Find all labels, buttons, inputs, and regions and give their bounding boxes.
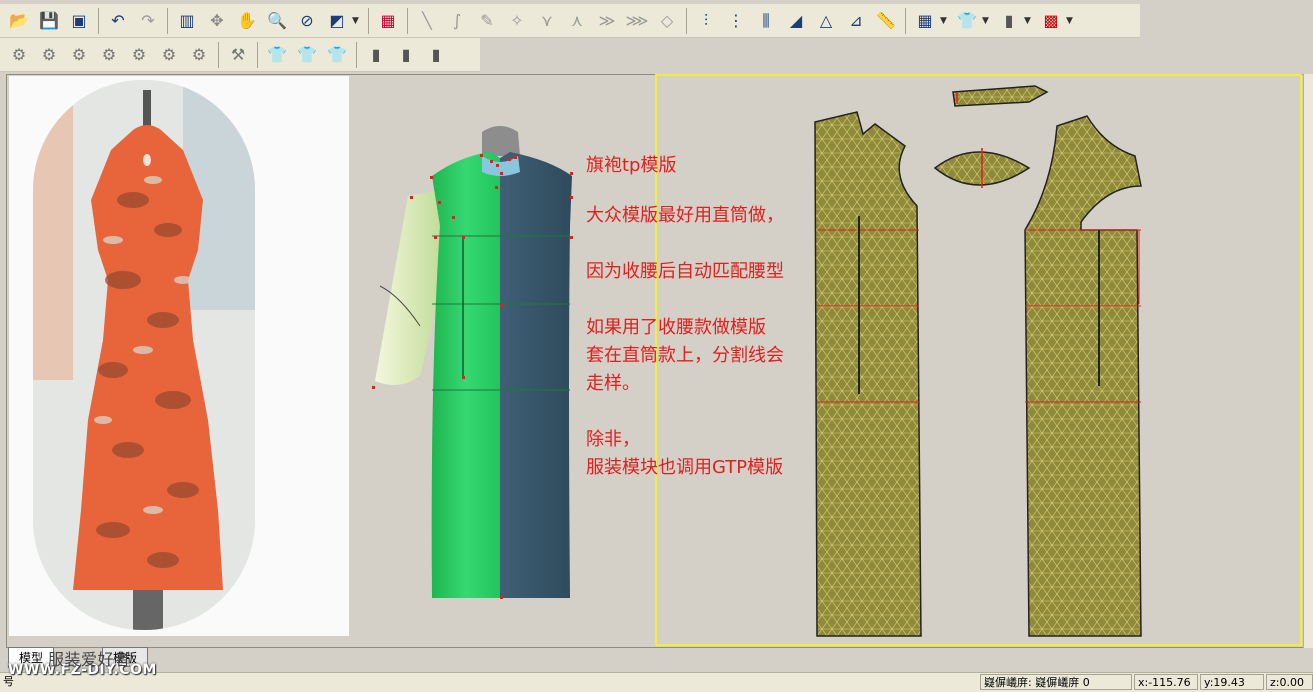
dropdown-arrow-icon[interactable]: ▼ bbox=[1066, 16, 1074, 26]
note-line: 除非， bbox=[586, 429, 640, 450]
3d-view-icon[interactable]: ⊘ bbox=[294, 8, 320, 34]
view-tabs: 模型 模版 bbox=[0, 647, 1313, 672]
toolbar-separator bbox=[98, 7, 99, 34]
trousers-icon[interactable]: ▮ bbox=[996, 8, 1022, 34]
undo-icon[interactable]: ↶ bbox=[105, 8, 131, 34]
pants-b-icon[interactable]: ▮ bbox=[393, 42, 419, 68]
dropdown-arrow-icon[interactable]: ▼ bbox=[1024, 16, 1032, 26]
status-bar: 号 嶷偋嶬庰: 嶷偋嶬庰 0 x:-115.76 y:19.43 z:0.00 bbox=[0, 672, 1313, 692]
save-as-icon[interactable]: ▣ bbox=[66, 8, 92, 34]
vertical-scrollbar[interactable] bbox=[1303, 74, 1313, 648]
watermark-title: 服装爱好者 bbox=[48, 650, 131, 669]
note-line: 如果用了收腰款做模版 bbox=[586, 317, 766, 338]
triangle-a-icon[interactable]: △ bbox=[813, 8, 839, 34]
note-line: 服装模块也调用GTP模版 bbox=[586, 457, 784, 478]
pants-a-icon[interactable]: ▮ bbox=[363, 42, 389, 68]
dropdown-arrow-icon[interactable]: ▼ bbox=[940, 16, 948, 26]
watermark: 服装爱好者 WWW.FZ-DIY.COM bbox=[8, 650, 157, 678]
toolbar-separator bbox=[167, 7, 168, 34]
shape-e-icon[interactable]: ⚙ bbox=[126, 42, 152, 68]
pleat-tool-icon[interactable]: ≫ bbox=[594, 8, 620, 34]
curve-tool-icon[interactable]: ∫ bbox=[444, 8, 470, 34]
status-mode: 嶷偋嶬庰: 嶷偋嶬庰 0 bbox=[980, 674, 1132, 690]
shape-c-icon[interactable]: ⚙ bbox=[66, 42, 92, 68]
triangle-b-icon[interactable]: ⊿ bbox=[843, 8, 869, 34]
tuck-tool-icon[interactable]: ⋏ bbox=[564, 8, 590, 34]
main-toolbar: 📂 💾 ▣ ↶ ↷ ▥ ✥ ✋ 🔍 ⊘ ◩ ▼ ▦ ╲ ∫ ✎ ✧ ⋎ ⋏ ≫ … bbox=[0, 4, 1140, 38]
toolbar-separator bbox=[368, 7, 369, 34]
toolbar-separator bbox=[905, 7, 906, 34]
note-line: 因为收腰后自动匹配腰型 bbox=[586, 261, 784, 282]
status-z-coordinate: z:0.00 bbox=[1266, 674, 1313, 690]
toolbar-separator bbox=[257, 41, 258, 68]
ruler-icon[interactable]: 📏 bbox=[873, 8, 899, 34]
reference-photo bbox=[33, 80, 255, 630]
note-line: 旗袍tp模版 bbox=[586, 155, 677, 176]
reference-photo-panel bbox=[9, 76, 349, 636]
render-icon[interactable]: ◩ bbox=[324, 8, 350, 34]
status-x-coordinate: x:-115.76 bbox=[1134, 674, 1198, 690]
sleeve-shirt-icon[interactable]: 👕 bbox=[264, 42, 290, 68]
shape-d-icon[interactable]: ⚙ bbox=[96, 42, 122, 68]
dart-tool-icon[interactable]: ⋎ bbox=[534, 8, 560, 34]
note-line: 套在直筒款上，分割线会 bbox=[586, 345, 784, 366]
shape-f-icon[interactable]: ⚙ bbox=[156, 42, 182, 68]
status-y-coordinate: y:19.43 bbox=[1200, 674, 1264, 690]
note-line: 大众模版最好用直筒做， bbox=[586, 205, 784, 226]
toolbar-separator bbox=[356, 41, 357, 68]
map-icon[interactable]: ▦ bbox=[375, 8, 401, 34]
shape-g-icon[interactable]: ⚙ bbox=[186, 42, 212, 68]
rotate-icon[interactable]: ✥ bbox=[204, 8, 230, 34]
color-grid-icon[interactable]: ▩ bbox=[1038, 8, 1064, 34]
measure-d-icon[interactable]: ◢ bbox=[783, 8, 809, 34]
pants-c-icon[interactable]: ▮ bbox=[423, 42, 449, 68]
open-folder-icon[interactable]: 📂 bbox=[6, 8, 32, 34]
measure-a-icon[interactable]: ⫶ bbox=[693, 8, 719, 34]
shirt-icon[interactable]: 👕 bbox=[954, 8, 980, 34]
pencil-icon[interactable]: ✎ bbox=[474, 8, 500, 34]
point-tool-icon[interactable]: ✧ bbox=[504, 8, 530, 34]
eraser-icon[interactable]: ◇ bbox=[654, 8, 680, 34]
note-spacer bbox=[586, 286, 784, 314]
hand-pan-icon[interactable]: ✋ bbox=[234, 8, 260, 34]
toolbar-separator bbox=[218, 41, 219, 68]
fold-tool-icon[interactable]: ⋙ bbox=[624, 8, 650, 34]
dropdown-arrow-icon[interactable]: ▼ bbox=[352, 16, 360, 26]
shape-h-icon[interactable]: ⚒ bbox=[225, 42, 251, 68]
measure-c-icon[interactable]: ⫼ bbox=[753, 8, 779, 34]
grid-view-icon[interactable]: ▦ bbox=[912, 8, 938, 34]
plain-shirt-icon[interactable]: 👕 bbox=[324, 42, 350, 68]
note-spacer bbox=[586, 180, 784, 202]
shape-b-icon[interactable]: ⚙ bbox=[36, 42, 62, 68]
short-shirt-icon[interactable]: 👕 bbox=[294, 42, 320, 68]
toolbar-separator bbox=[407, 7, 408, 34]
zoom-search-icon[interactable]: 🔍 bbox=[264, 8, 290, 34]
shape-a-icon[interactable]: ⚙ bbox=[6, 42, 32, 68]
line-tool-icon[interactable]: ╲ bbox=[414, 8, 440, 34]
save-icon[interactable]: 💾 bbox=[36, 8, 62, 34]
measure-b-icon[interactable]: ⋮ bbox=[723, 8, 749, 34]
note-line: 走样。 bbox=[586, 373, 640, 394]
frame-icon[interactable]: ▥ bbox=[174, 8, 200, 34]
note-spacer bbox=[586, 230, 784, 258]
note-spacer bbox=[586, 398, 784, 426]
dress-photo-illustration bbox=[33, 80, 255, 630]
dropdown-arrow-icon[interactable]: ▼ bbox=[982, 16, 990, 26]
redo-icon[interactable]: ↷ bbox=[135, 8, 161, 34]
secondary-toolbar: ⚙ ⚙ ⚙ ⚙ ⚙ ⚙ ⚙ ⚒ 👕 👕 👕 ▮ ▮ ▮ bbox=[0, 38, 480, 72]
toolbar-separator bbox=[686, 7, 687, 34]
annotation-notes: 旗袍tp模版 大众模版最好用直筒做， 因为收腰后自动匹配腰型 如果用了收腰款做模… bbox=[586, 152, 784, 482]
